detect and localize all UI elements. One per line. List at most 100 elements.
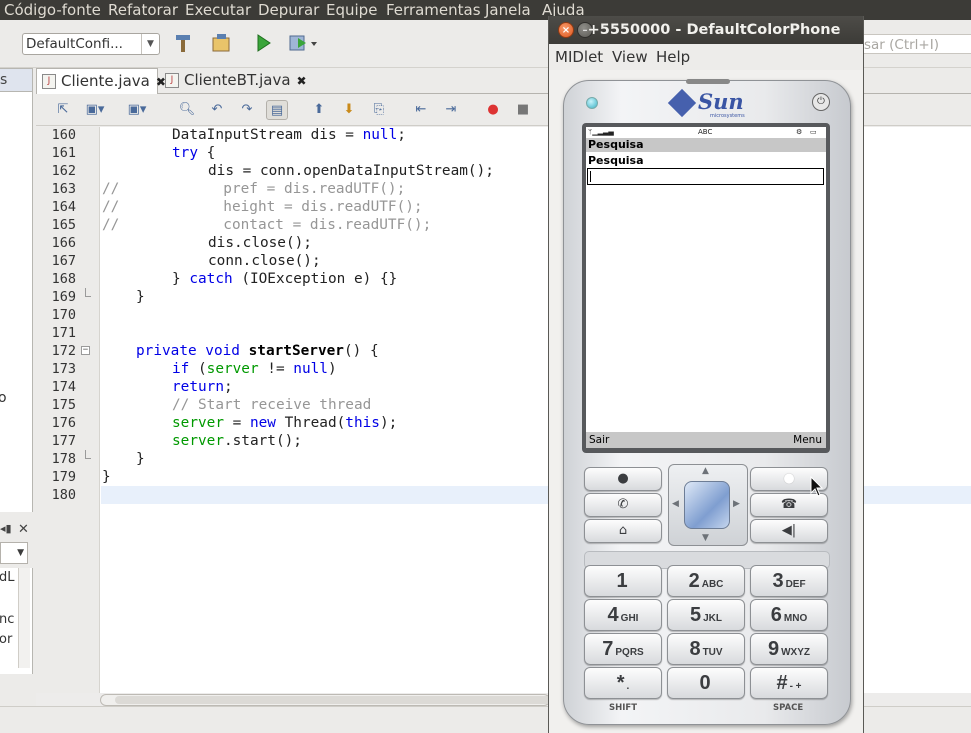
close-icon[interactable]: ✖ [297, 74, 307, 88]
menu-view[interactable]: View [612, 44, 648, 70]
find-previous-icon[interactable]: ↶ [206, 100, 228, 120]
arrow-down-icon[interactable]: ▼ [702, 533, 709, 543]
vertical-scrollbar[interactable] [18, 568, 30, 668]
text-caret [590, 171, 591, 182]
scrollbar-thumb[interactable] [115, 696, 551, 704]
emulator-window: × – +5550000 - DefaultColorPhone MIDlet … [548, 16, 864, 733]
navigator-list: dL nc or [0, 568, 33, 674]
line-number: 176 [51, 415, 76, 431]
start-macro-icon[interactable]: ● [482, 100, 504, 120]
menu-depurar[interactable]: Depurar [258, 0, 319, 20]
key-6[interactable]: 6 MNO [750, 599, 828, 631]
arrow-left-icon[interactable]: ◀ [672, 499, 679, 509]
menu-executar[interactable]: Executar [185, 0, 251, 20]
build-hammer-icon[interactable] [170, 32, 196, 56]
toggle-bookmark-icon[interactable]: ⎘ [368, 100, 390, 120]
menu-ferramentas[interactable]: Ferramentas [386, 0, 481, 20]
clean-build-icon[interactable] [208, 32, 234, 56]
next-bookmark-icon[interactable]: ⬇ [338, 100, 360, 120]
code-line: } catch (IOException e) {} [172, 271, 398, 287]
code-line: } [136, 289, 145, 305]
list-item[interactable]: nc [0, 612, 14, 627]
find-next-icon[interactable]: ↷ [236, 100, 258, 120]
search-input[interactable] [587, 168, 824, 185]
key-star[interactable]: *. [584, 667, 662, 699]
navigator-panel: ◂▮ ✕ ▼ dL nc or [0, 516, 33, 678]
arrow-up-icon[interactable]: ▲ [702, 466, 709, 476]
java-file-icon: J [42, 74, 56, 89]
key-5[interactable]: 5 JKL [667, 599, 745, 631]
menu-midlet[interactable]: MIDlet [555, 44, 603, 70]
softkey-right-label[interactable]: Menu [793, 432, 822, 448]
last-edit-icon[interactable]: ⇱ [52, 100, 74, 120]
panel-menu-icon[interactable]: ◂▮ [0, 522, 12, 535]
softkey-left-label[interactable]: Sair [589, 432, 609, 448]
fold-collapse-icon[interactable]: − [81, 346, 90, 355]
line-number: 172 [51, 343, 76, 359]
navigator-filter-select[interactable]: ▼ [0, 542, 28, 564]
key-7[interactable]: 7 PQRS [584, 633, 662, 665]
back-icon[interactable]: ▣▾ [84, 100, 106, 120]
key-0[interactable]: 0 [667, 667, 745, 699]
menu-codigo-fonte[interactable]: Código-fonte [4, 0, 101, 20]
key-3[interactable]: 3 DEF [750, 565, 828, 597]
tab-clientebt-java[interactable]: J ClienteBT.java ✖ [160, 68, 307, 94]
line-number: 173 [51, 361, 76, 377]
forward-icon[interactable]: ▣▾ [126, 100, 148, 120]
softkey-left-button[interactable]: ● [584, 467, 662, 491]
call-button[interactable]: ✆ [584, 493, 662, 517]
code-line: // contact = dis.readUTF(); [102, 217, 432, 233]
settings-icon: ⚙ [796, 128, 803, 136]
java-file-icon: J [165, 73, 179, 88]
menu-janela[interactable]: Janela [485, 0, 531, 20]
list-item[interactable]: or [0, 632, 12, 647]
line-number: 180 [51, 487, 76, 503]
arrow-right-icon[interactable]: ▶ [733, 499, 740, 509]
key-2[interactable]: 2 ABC [667, 565, 745, 597]
horizontal-scrollbar[interactable] [100, 694, 551, 706]
dot-icon: ● [617, 471, 629, 486]
toggle-highlight-icon[interactable]: ▤ [266, 100, 288, 120]
previous-bookmark-icon[interactable]: ⬆ [308, 100, 330, 120]
select-button[interactable] [684, 481, 730, 529]
code-line: DataInputStream dis = null; [172, 127, 406, 143]
code-line: return; [172, 379, 233, 395]
menu-equipe[interactable]: Equipe [326, 0, 377, 20]
shift-right-icon[interactable]: ⇥ [440, 100, 462, 120]
chevron-down-icon: ▼ [141, 34, 159, 54]
tab-cliente-java[interactable]: J Cliente.java ✖ [36, 68, 166, 94]
menu-refatorar[interactable]: Refatorar [108, 0, 178, 20]
clear-button[interactable]: ◀| [750, 519, 828, 543]
end-call-icon: ☎ [780, 497, 798, 512]
space-label: SPACE [773, 703, 804, 713]
chevron-down-icon: ▼ [17, 548, 24, 558]
code-line: dis.close(); [208, 235, 312, 251]
menu-help[interactable]: Help [656, 44, 690, 70]
key-8[interactable]: 8 TUV [667, 633, 745, 665]
emulator-title-bar[interactable]: × – +5550000 - DefaultColorPhone [549, 16, 863, 44]
power-icon[interactable]: ⏻ [812, 93, 830, 111]
projects-tab[interactable]: s [0, 68, 33, 92]
key-1[interactable]: 1 [584, 565, 662, 597]
home-button[interactable]: ⌂ [584, 519, 662, 543]
shift-left-icon[interactable]: ⇤ [410, 100, 432, 120]
key-4[interactable]: 4 GHI [584, 599, 662, 631]
code-line: // pref = dis.readUTF(); [102, 181, 406, 197]
list-item[interactable]: dL [0, 570, 15, 585]
debug-icon[interactable] [288, 32, 317, 56]
code-line: server.start(); [172, 433, 302, 449]
configuration-value: DefaultConfi... [26, 36, 123, 52]
clear-icon: ◀| [781, 523, 797, 538]
fold-end-marker [85, 450, 91, 459]
configuration-select[interactable]: DefaultConfi... ▼ [22, 33, 160, 55]
phone-screen[interactable]: ᛘ▁▂▃▄ ABC ⚙ ▭ Pesquisa Pesquisa Sair Men… [586, 127, 826, 448]
find-icon[interactable]: 🔍︎ [176, 100, 198, 120]
close-icon[interactable]: ✕ [18, 522, 29, 537]
code-line: server = new Thread(this); [172, 415, 398, 431]
stop-macro-icon[interactable]: ■ [512, 100, 534, 120]
key-hash[interactable]: # - + [750, 667, 828, 699]
run-icon[interactable] [250, 32, 276, 56]
key-9[interactable]: 9 WXYZ [750, 633, 828, 665]
quick-search-input[interactable]: sar (Ctrl+I) [860, 34, 971, 54]
tree-item-fragment[interactable]: o [0, 390, 7, 406]
